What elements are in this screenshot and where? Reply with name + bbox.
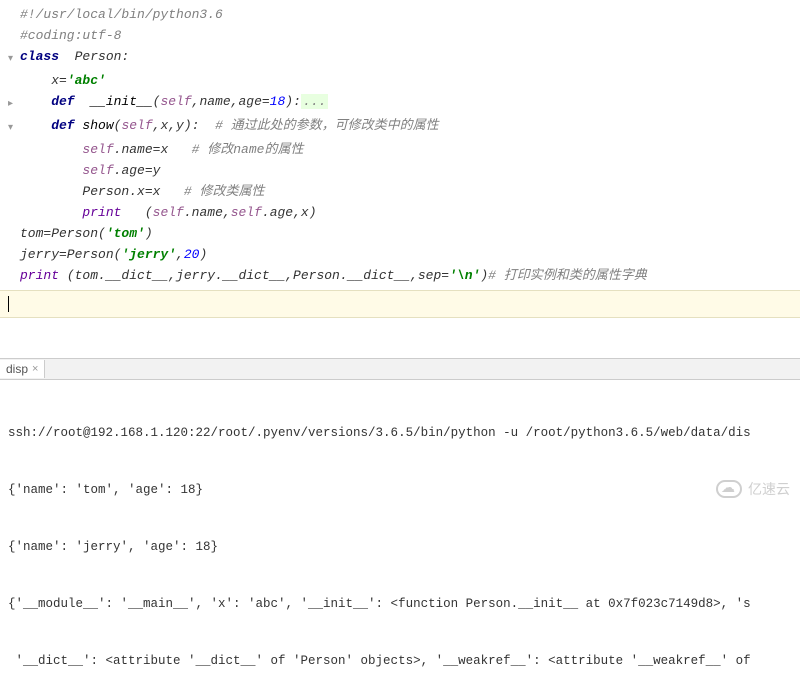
- close-icon[interactable]: ×: [32, 363, 38, 375]
- code-line: self.age=y: [20, 160, 160, 181]
- code-line: Person.x=x # 修改类属性: [20, 181, 264, 202]
- text-cursor: [8, 296, 9, 312]
- code-line: def __init__(self,name,age=18):...: [20, 91, 328, 112]
- code-line: #!/usr/local/bin/python3.6: [20, 4, 223, 25]
- watermark-text: 亿速云: [748, 479, 790, 499]
- current-line-highlight[interactable]: [0, 290, 800, 318]
- code-editor[interactable]: #!/usr/local/bin/python3.6 #coding:utf-8…: [0, 0, 800, 290]
- code-line: #coding:utf-8: [20, 25, 121, 46]
- console-line: {'name': 'tom', 'age': 18}: [8, 481, 800, 500]
- code-line: x='abc': [20, 70, 106, 91]
- code-line: jerry=Person('jerry',20): [20, 244, 207, 265]
- fold-icon[interactable]: ▾: [8, 115, 20, 139]
- tab-label: disp: [6, 362, 28, 376]
- tab-disp[interactable]: disp ×: [0, 360, 45, 378]
- watermark: 亿速云: [716, 479, 790, 499]
- code-line: print (self.name,self.age,x): [20, 202, 317, 223]
- fold-icon[interactable]: ▸: [8, 91, 20, 115]
- code-line: class Person:: [20, 46, 129, 67]
- console-line: '__dict__': <attribute '__dict__' of 'Pe…: [8, 652, 800, 671]
- console-line: {'name': 'jerry', 'age': 18}: [8, 538, 800, 557]
- code-line: self.name=x # 修改name的属性: [20, 139, 303, 160]
- console-line: {'__module__': '__main__', 'x': 'abc', '…: [8, 595, 800, 614]
- code-line: tom=Person('tom'): [20, 223, 153, 244]
- cloud-icon: [716, 480, 742, 498]
- console-tabbar: disp ×: [0, 358, 800, 380]
- code-line: def show(self,x,y): # 通过此处的参数，可修改类中的属性: [20, 115, 439, 136]
- code-line: print (tom.__dict__,jerry.__dict__,Perso…: [20, 265, 647, 286]
- console-line: ssh://root@192.168.1.120:22/root/.pyenv/…: [8, 424, 800, 443]
- console-output[interactable]: ssh://root@192.168.1.120:22/root/.pyenv/…: [0, 380, 800, 696]
- fold-icon[interactable]: ▾: [8, 46, 20, 70]
